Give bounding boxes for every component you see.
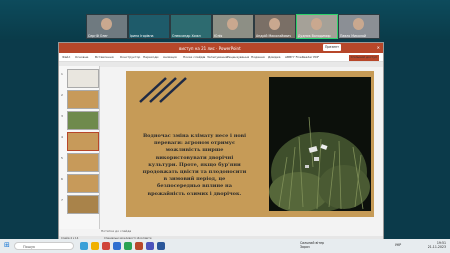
participant-tile[interactable]: Юлія xyxy=(212,14,254,39)
decorative-stripes xyxy=(139,77,187,103)
taskbar-search[interactable]: Пошук xyxy=(14,242,74,250)
teams-icon[interactable] xyxy=(146,242,154,250)
slide-thumbnail[interactable] xyxy=(67,153,99,172)
powerpoint-window: виступ на 21 лис · PowerPoint Презент ✕ … xyxy=(58,42,384,242)
app-icon[interactable] xyxy=(102,242,110,250)
weather-widget[interactable]: Сильний вітер Зараз xyxy=(300,241,324,249)
title-bar: виступ на 21 лис · PowerPoint Презент ✕ xyxy=(59,43,383,53)
grass-photo-image xyxy=(269,77,371,211)
participant-tile[interactable]: Олександр Хижн xyxy=(170,14,212,39)
taskbar: ⊞ Пошук Сильний вітер Зараз УКР 19:51 21.1… xyxy=(0,239,450,253)
slide-thumbnail[interactable] xyxy=(67,90,99,109)
tab-file[interactable]: Файл xyxy=(62,55,70,59)
video-strip: Сергій Олег Ірина Ігорівна Олександр Хиж… xyxy=(0,0,450,40)
tab-slideshow[interactable]: Показ слайдів xyxy=(183,55,205,59)
notes-pane[interactable]: Нотатки до слайда xyxy=(101,229,381,234)
slide-thumbnail[interactable] xyxy=(67,195,99,214)
present-button[interactable]: Презент xyxy=(323,44,341,51)
app-icon[interactable] xyxy=(113,242,121,250)
current-slide[interactable]: Водночас зміна клімату несе і нові перев… xyxy=(126,71,374,217)
tab-view[interactable]: Подання xyxy=(251,55,265,59)
clock[interactable]: 19:51 21.11.2023 xyxy=(428,241,446,249)
slide-photo[interactable] xyxy=(269,77,371,211)
tab-animation[interactable]: Анімація xyxy=(163,55,177,59)
tab-design[interactable]: Конструктор xyxy=(120,55,140,59)
word-icon[interactable] xyxy=(157,242,165,250)
ruler xyxy=(59,62,383,67)
ribbon-tabs: Файл Основне Вставлення Конструктор Пере… xyxy=(59,53,383,62)
app-icon[interactable] xyxy=(80,242,88,250)
tab-review[interactable]: Рецензування xyxy=(227,55,249,59)
participant-tile[interactable]: Сергій Олег xyxy=(86,14,128,39)
language-indicator[interactable]: УКР xyxy=(395,243,401,247)
tab-record[interactable]: Записування xyxy=(207,55,227,59)
participant-tile[interactable]: Павло Миколай xyxy=(338,14,380,39)
participant-tile[interactable]: Ірина Ігорівна xyxy=(128,14,170,39)
app-icon[interactable] xyxy=(124,242,132,250)
slide-thumbnails: 1 2 3 4 5 6 7 xyxy=(59,66,100,229)
share-button[interactable]: Спільний доступ xyxy=(348,55,379,61)
slide-thumbnail[interactable] xyxy=(67,111,99,130)
tab-transitions[interactable]: Переходи xyxy=(143,55,159,59)
participant-tile-active[interactable]: Дудник Володимир xyxy=(296,14,338,39)
slide-body-text[interactable]: Водночас зміна клімату несе і нові перев… xyxy=(142,133,247,198)
window-title: виступ на 21 лис · PowerPoint xyxy=(179,46,241,51)
slide-thumbnail[interactable] xyxy=(67,69,99,88)
tab-insert[interactable]: Вставлення xyxy=(95,55,114,59)
powerpoint-icon[interactable] xyxy=(135,242,143,250)
tab-help[interactable]: Довідка xyxy=(268,55,281,59)
slide-thumbnail[interactable] xyxy=(67,174,99,193)
tab-abbyy[interactable]: ABBYY FineReader PDF xyxy=(285,55,319,59)
windows-start-icon[interactable]: ⊞ xyxy=(4,241,10,249)
tab-home[interactable]: Основне xyxy=(75,55,88,59)
slide-thumbnail-selected[interactable] xyxy=(67,132,99,151)
close-icon[interactable]: ✕ xyxy=(377,45,380,50)
folder-icon[interactable] xyxy=(91,242,99,250)
participant-tile[interactable]: Андрій Миколайович xyxy=(254,14,296,39)
